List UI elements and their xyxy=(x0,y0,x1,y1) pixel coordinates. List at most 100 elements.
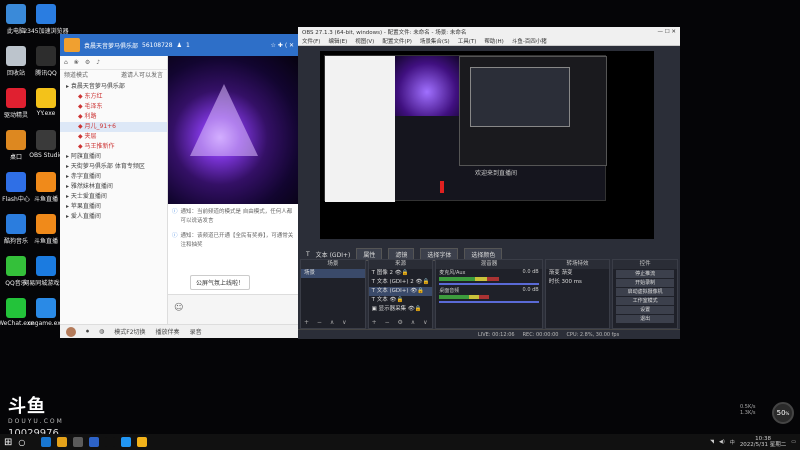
network-icon[interactable]: ◥ xyxy=(710,439,714,445)
record-button[interactable]: 录音 xyxy=(190,327,202,336)
scenes-dock[interactable]: 场景 场景 + − ∧ ∨ xyxy=(300,259,366,329)
channel-tree-item[interactable]: ◆ 月儿_91+6 xyxy=(60,122,167,132)
menu-item[interactable]: 文件(F) xyxy=(302,37,320,45)
control-button[interactable]: 开始录制 xyxy=(616,279,674,287)
desktop-icon[interactable]: 2345加速浏览器 xyxy=(18,4,74,35)
app-icon xyxy=(36,4,56,24)
channel-tree-item[interactable]: ▸ 天士爱直播间 xyxy=(60,192,167,202)
net-speed: 0.5K/s 1.3K/s xyxy=(740,404,756,416)
channel-tree-item[interactable]: ◆ 夹层 xyxy=(60,132,167,142)
window-controls[interactable]: ☆ ✚ ⟨ ✕ xyxy=(271,42,295,49)
obs-statusbar: LIVE: 00:12:06 REC: 00:00:00 CPU: 2.8%, 30… xyxy=(298,329,680,339)
clock[interactable]: 10:38 2022/5/31 星期二 xyxy=(740,436,786,448)
scene-controls[interactable]: + − ∧ ∨ xyxy=(304,319,350,326)
channel-mode[interactable]: 频道模式 xyxy=(64,70,88,82)
speaker-icon[interactable]: ◍ xyxy=(99,328,104,335)
avatar[interactable] xyxy=(66,326,76,337)
mixer-dock[interactable]: 混音器 麦克风/Aux 0.0 dB 桌面音频 0.0 dB xyxy=(435,259,543,329)
source-item[interactable]: T 图像 2 👁🔒 xyxy=(369,269,433,278)
volume-meter[interactable] xyxy=(439,295,490,299)
chat-input[interactable]: ☺ xyxy=(168,294,298,324)
channel-tree[interactable]: ⌂ ❀ ⚙ ♪ 频道模式 邀请人可以发言 ▸ 袁晨天音萝马俱乐部 ◆ 东方红 ◆ 毛… xyxy=(60,56,168,324)
channel-tree-item[interactable]: ▸ 赤字直播间 xyxy=(60,172,167,182)
volume-meter[interactable] xyxy=(439,277,500,281)
gift-icon[interactable]: ❀ xyxy=(74,59,79,66)
mixer-track-name: 麦克风/Aux xyxy=(439,270,466,276)
taskbar-app-icon[interactable] xyxy=(41,437,52,447)
channel-tree-item[interactable]: ◆ 东方红 xyxy=(60,92,167,102)
input-method-icon[interactable]: 中 xyxy=(730,439,735,446)
volume-slider[interactable] xyxy=(439,283,539,285)
mode-toggle[interactable]: 模式F2切换 xyxy=(114,327,145,336)
channel-tree-item[interactable]: ▸ 苹果直播间 xyxy=(60,202,167,212)
app-icon xyxy=(36,256,56,276)
transition-label: 渐变 xyxy=(548,270,562,276)
scene-item[interactable]: 场景 xyxy=(301,269,365,278)
notification-icon[interactable]: ▭ xyxy=(791,439,796,445)
message-item: ⓘ 通知：当前频道的模式是 自由模式，任何人都可以说话发言 xyxy=(172,208,294,226)
play-music[interactable]: 播放伴奏 xyxy=(156,327,180,336)
channel-tree-item[interactable]: ◆ 毛泽东 xyxy=(60,102,167,112)
channel-tree-item[interactable]: ▸ 天街萝马俱乐部 体育专频区 xyxy=(60,162,167,172)
source-item[interactable]: T 文本 👁🔒 xyxy=(369,296,433,305)
mic-toggle-icon[interactable]: ⏺ xyxy=(86,328,89,336)
emoji-icon[interactable]: ☺ xyxy=(174,303,183,313)
source-controls[interactable]: + − ⚙ ∧ ∨ xyxy=(372,319,431,326)
channel-tree-item[interactable]: ▸ 袁晨天音萝马俱乐部 xyxy=(60,82,167,92)
start-icon[interactable]: ⊞ xyxy=(4,437,12,448)
transition-field[interactable]: 渐变 渐变 xyxy=(546,269,610,278)
control-button[interactable]: 退出 xyxy=(616,315,674,323)
taskbar-app-icon[interactable] xyxy=(105,437,116,447)
yy-chat-window[interactable]: 袁晨天音萝马俱乐部 56108728 ♟ 1 ☆ ✚ ⟨ ✕ ⌂ ❀ ⚙ ♪ 频… xyxy=(60,34,298,338)
menu-item[interactable]: 帮助(H) xyxy=(484,37,503,45)
obs-titlebar[interactable]: OBS 27.1.3 (64-bit, windows) - 配置文件: 未命名… xyxy=(298,27,680,37)
taskbar-app-icon[interactable] xyxy=(57,437,68,447)
chat-titlebar[interactable]: 袁晨天音萝马俱乐部 56108728 ♟ 1 ☆ ✚ ⟨ ✕ xyxy=(60,34,298,56)
menu-item[interactable]: 视图(V) xyxy=(355,37,374,45)
menu-item[interactable]: 编辑(E) xyxy=(328,37,347,45)
taskbar: ⊞ ○ ◥ ◀) 中 10:38 2022/5/31 星期二 ▭ xyxy=(0,434,800,450)
control-button[interactable]: 工作室模式 xyxy=(616,297,674,305)
status-item: CPU: 2.8%, 30.00 fps xyxy=(566,331,620,338)
menu-item[interactable]: 配置文件(P) xyxy=(382,37,412,45)
speed-widget[interactable]: 50% xyxy=(772,402,794,424)
obs-window[interactable]: OBS 27.1.3 (64-bit, windows) - 配置文件: 未命名… xyxy=(298,27,680,339)
mic-icon[interactable]: ♪ xyxy=(96,59,100,66)
menu-item[interactable]: 场景集合(S) xyxy=(420,37,450,45)
taskbar-app-icon[interactable] xyxy=(89,437,100,447)
home-icon[interactable]: ⌂ xyxy=(64,59,68,66)
app-icon xyxy=(36,298,56,318)
volume-icon[interactable]: ◀) xyxy=(719,439,725,445)
channel-tree-item[interactable]: ▸ 爱人直播间 xyxy=(60,212,167,222)
menu-item[interactable]: 工具(T) xyxy=(458,37,477,45)
status-item: REC: 00:00:00 xyxy=(522,331,559,338)
control-button[interactable]: 设置 xyxy=(616,306,674,314)
controls-dock[interactable]: 控件 停止推流 开始录制 启动虚拟摄像机 工作室模式 设置 退出 xyxy=(612,259,678,329)
taskbar-app-icon[interactable] xyxy=(121,437,132,447)
invite-mode: 邀请人可以发言 xyxy=(120,72,163,79)
source-item[interactable]: ▣ 显示器采集 👁🔒 xyxy=(369,305,433,314)
channel-tree-item[interactable]: ◆ 马王推新作 xyxy=(60,142,167,152)
channel-tree-item[interactable]: ◆ 利路 xyxy=(60,112,167,122)
source-item[interactable]: T 文本 (GDI+) 2 👁🔒 xyxy=(369,278,433,287)
mixer-track-label: 桌面音频 0.0 dB xyxy=(436,287,541,294)
volume-slider[interactable] xyxy=(439,301,539,303)
popup-tip: 公屏气氛上线啦！ xyxy=(190,275,251,290)
message-text: 通知：当前频道的模式是 自由模式，任何人都可以说话发言 xyxy=(180,209,293,224)
window-controls[interactable]: — ☐ ✕ xyxy=(657,29,676,35)
menu-item[interactable]: 斗鱼-百四小猪 xyxy=(512,37,547,45)
taskbar-app-icon[interactable] xyxy=(73,437,84,447)
obs-preview[interactable]: 欢迎来到直播间 xyxy=(320,51,654,239)
control-button[interactable]: 启动虚拟摄像机 xyxy=(616,288,674,296)
settings-icon[interactable]: ⚙ xyxy=(85,59,90,66)
channel-tree-item[interactable]: ▸ 阿旗直播间 xyxy=(60,152,167,162)
transitions-dock[interactable]: 转场特效 渐变 渐变 时长 300 ms xyxy=(544,259,611,329)
transition-field[interactable]: 时长 300 ms xyxy=(546,278,610,287)
search-icon[interactable]: ○ xyxy=(18,438,25,447)
control-button[interactable]: 停止推流 xyxy=(616,270,674,278)
stage-image xyxy=(168,56,298,204)
channel-tree-item[interactable]: ▸ 雅然妹林直播间 xyxy=(60,182,167,192)
sources-dock[interactable]: 来源 T 图像 2 👁🔒 T 文本 (GDI+) 2 👁🔒 T 文本 (GDI+) … xyxy=(367,259,434,329)
source-item[interactable]: T 文本 (GDI+) 👁🔒 xyxy=(368,287,433,296)
taskbar-app-icon[interactable] xyxy=(137,437,148,447)
